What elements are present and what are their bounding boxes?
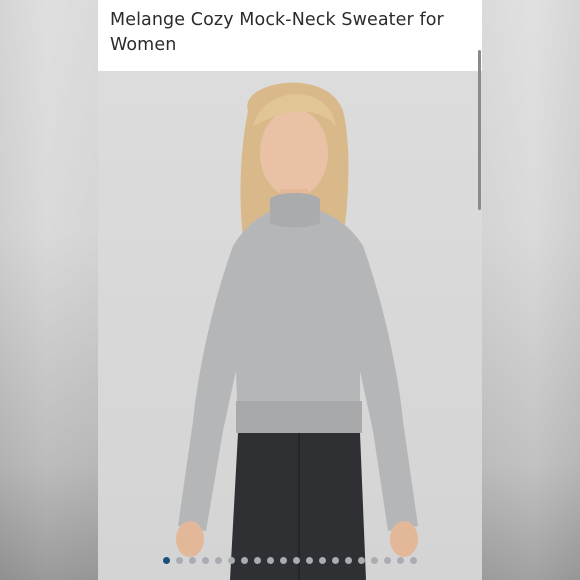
carousel-dot-icon[interactable]: [319, 556, 326, 564]
title-bar: Melange Cozy Mock-Neck Sweater for Women: [98, 0, 482, 71]
carousel-dot-icon[interactable]: [345, 556, 352, 564]
product-title: Melange Cozy Mock-Neck Sweater for Women: [110, 10, 444, 55]
carousel-dot-icon[interactable]: [241, 556, 248, 564]
carousel-dot-icon[interactable]: [332, 556, 339, 564]
carousel-dot-icon[interactable]: [202, 556, 209, 564]
carousel-dot-icon[interactable]: [293, 556, 300, 564]
carousel-dot-icon[interactable]: [189, 556, 196, 564]
carousel-dot-icon[interactable]: [254, 556, 261, 564]
model-photo: [176, 82, 418, 580]
carousel-dot-icon[interactable]: [228, 556, 235, 564]
carousel-dot-icon[interactable]: [176, 556, 183, 564]
carousel-dot-icon[interactable]: [397, 556, 404, 564]
product-screen: Melange Cozy Mock-Neck Sweater for Women: [98, 0, 482, 580]
carousel-pagination[interactable]: [98, 554, 482, 566]
carousel-dot-icon[interactable]: [306, 556, 313, 564]
carousel-dot-icon[interactable]: [410, 556, 417, 564]
carousel-dot-icon[interactable]: [358, 556, 365, 564]
carousel-dot-icon[interactable]: [371, 556, 378, 564]
carousel-dot-icon[interactable]: [215, 556, 222, 564]
carousel-dot-icon[interactable]: [163, 556, 170, 564]
carousel-dot-icon[interactable]: [280, 556, 287, 564]
carousel-dot-icon[interactable]: [384, 556, 391, 564]
background-blur-left: [0, 0, 98, 580]
scrollbar[interactable]: [478, 50, 481, 210]
background-blur-right: [482, 0, 580, 580]
product-image[interactable]: [98, 71, 482, 580]
carousel-dot-icon[interactable]: [267, 556, 274, 564]
